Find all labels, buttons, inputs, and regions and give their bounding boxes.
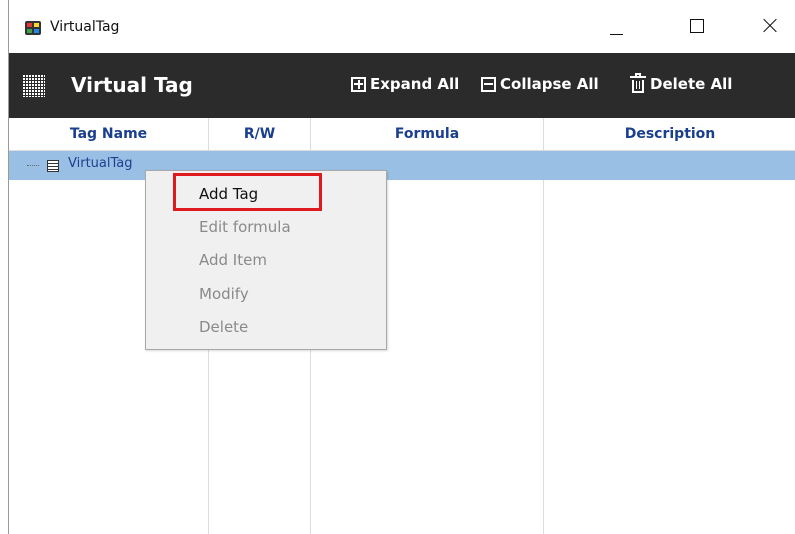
app-window: VirtualTag Virtual Tag Expand All Collap… — [8, 0, 795, 534]
tag-name-cell[interactable]: VirtualTag — [68, 156, 133, 171]
page-title: Virtual Tag — [71, 73, 193, 97]
header-bar: Virtual Tag Expand All Collapse All Dele… — [9, 53, 795, 118]
maximize-button[interactable] — [669, 0, 725, 53]
minus-square-icon — [481, 76, 496, 92]
menu-item-modify[interactable]: Modify — [199, 285, 249, 303]
delete-all-button[interactable]: Delete All — [630, 73, 733, 93]
plus-square-icon — [351, 76, 366, 92]
list-node-icon — [47, 160, 59, 172]
menu-item-add-tag[interactable]: Add Tag — [199, 185, 258, 203]
expand-all-label: Expand All — [370, 75, 460, 93]
column-header-tag-name[interactable]: Tag Name — [9, 118, 208, 151]
column-header-formula[interactable]: Formula — [311, 118, 543, 151]
tree-connector-line — [27, 165, 39, 166]
delete-all-label: Delete All — [650, 75, 733, 93]
column-header-description[interactable]: Description — [544, 118, 795, 151]
minimize-button[interactable] — [587, 0, 643, 53]
expand-all-button[interactable]: Expand All — [351, 75, 459, 93]
window-title: VirtualTag — [50, 19, 120, 35]
table-row[interactable]: VirtualTag — [9, 151, 795, 180]
app-icon — [25, 21, 41, 35]
title-bar: VirtualTag — [9, 0, 795, 53]
table-header: Tag Name R/W Formula Description — [9, 118, 795, 151]
menu-item-add-item[interactable]: Add Item — [199, 251, 267, 269]
column-header-rw[interactable]: R/W — [209, 118, 310, 151]
menu-item-edit-formula[interactable]: Edit formula — [199, 218, 291, 236]
menu-item-delete[interactable]: Delete — [199, 318, 248, 336]
grid-icon — [22, 74, 45, 97]
context-menu: Add Tag Edit formula Add Item Modify Del… — [145, 170, 387, 350]
collapse-all-label: Collapse All — [500, 75, 599, 93]
close-button[interactable] — [741, 0, 795, 53]
column-divider[interactable] — [543, 118, 544, 534]
trash-icon — [630, 73, 646, 93]
collapse-all-button[interactable]: Collapse All — [481, 75, 599, 93]
